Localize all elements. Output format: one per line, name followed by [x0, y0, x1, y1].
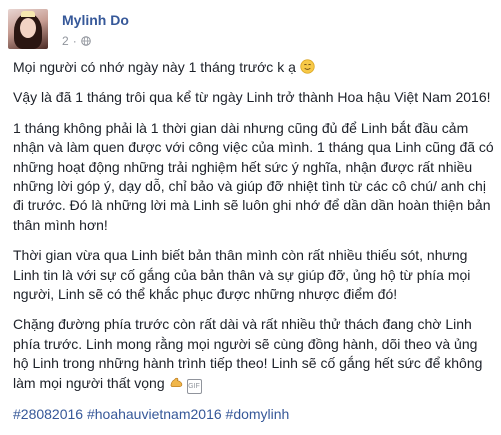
globe-icon[interactable]: [80, 36, 91, 46]
hashtag-2[interactable]: #hoahauvietnam2016: [87, 406, 222, 422]
flexed-biceps-icon: [170, 377, 182, 387]
avatar[interactable]: [8, 9, 48, 49]
post-paragraph-1: Mọi người có nhớ ngày này 1 tháng trước …: [13, 58, 495, 77]
post-paragraph-5: Chặng đường phía trước còn rất dài và rấ…: [13, 315, 495, 394]
post-text-5: Chặng đường phía trước còn rất dài và rấ…: [13, 316, 483, 391]
post-paragraph-4: Thời gian vừa qua Linh biết bản thân mìn…: [13, 247, 471, 303]
post-body: Mọi người có nhớ ngày này 1 tháng trước …: [13, 58, 495, 435]
post-text-1: Mọi người có nhớ ngày này 1 tháng trước …: [13, 59, 296, 75]
gif-icon: GIF: [186, 378, 202, 394]
post-meta: 2 ·: [62, 34, 91, 48]
post-time[interactable]: 2: [62, 34, 69, 48]
avatar-crown: [21, 11, 35, 17]
facebook-post: Mylinh Do 2 · Mọi người có nhớ ngày này 1…: [0, 0, 501, 422]
hashtags: #28082016 #hoahauvietnam2016 #domylinh: [13, 405, 495, 424]
post-paragraph-2: Vậy là đã 1 tháng trôi qua kể từ ngày Li…: [13, 89, 491, 106]
author-name[interactable]: Mylinh Do: [62, 12, 129, 28]
meta-separator: ·: [72, 34, 77, 48]
avatar-face: [20, 18, 36, 38]
hashtag-3[interactable]: #domylinh: [226, 406, 290, 422]
post-paragraph-3: 1 tháng không phải là 1 thời gian dài nh…: [13, 119, 494, 233]
smiling-relieved-emoji-icon: [300, 59, 315, 74]
hashtag-1[interactable]: #28082016: [13, 406, 83, 422]
